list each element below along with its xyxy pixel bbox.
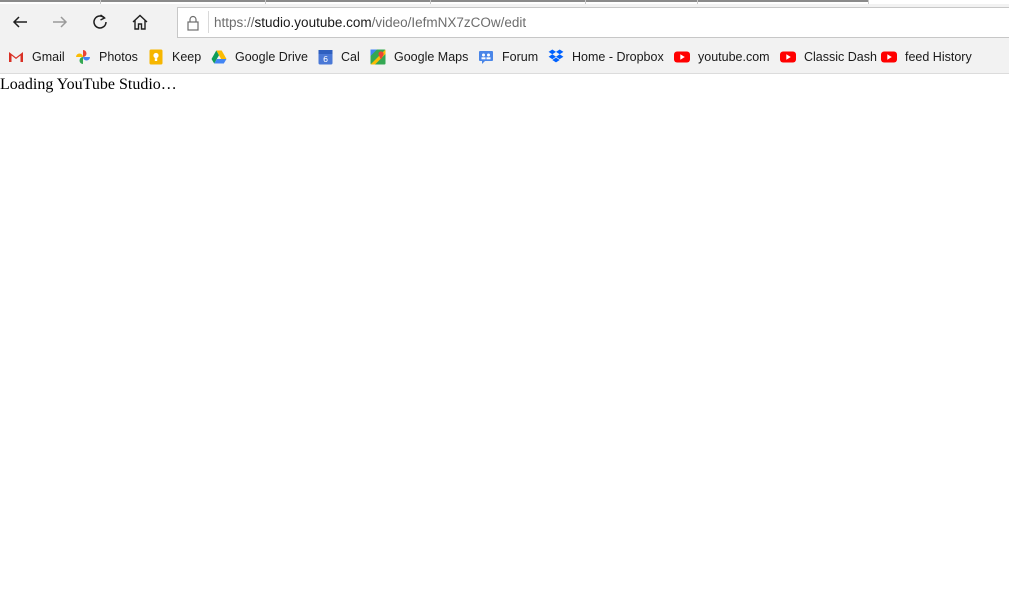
photos-icon <box>75 49 91 65</box>
address-separator <box>208 11 209 33</box>
bookmark-label: feed History <box>905 49 972 64</box>
page-content: Loading YouTube Studio… <box>0 74 1009 611</box>
bookmark-home-dropbox[interactable]: Home - Dropbox <box>548 40 664 73</box>
arrow-left-icon <box>12 16 27 28</box>
calendar-icon: 6 <box>317 49 333 65</box>
bookmark-google-maps[interactable]: Google Maps <box>370 40 468 73</box>
maps-icon <box>370 49 386 65</box>
bookmark-label: Home - Dropbox <box>572 49 664 64</box>
navigation-bar: https://studio.youtube.com/video/IefmNX7… <box>0 4 1009 40</box>
bookmark-label: Google Drive <box>235 49 308 64</box>
bookmark-label: Forum <box>502 49 539 64</box>
bookmark-label: youtube.com <box>698 49 770 64</box>
home-icon <box>132 14 148 30</box>
bookmark-feed-history[interactable]: feed History <box>881 40 972 73</box>
forward-button[interactable] <box>40 4 80 40</box>
bookmark-label: Photos <box>99 49 138 64</box>
loading-message: Loading YouTube Studio… <box>0 76 177 93</box>
bookmark-label: Gmail <box>32 49 65 64</box>
dropbox-icon <box>548 49 564 65</box>
bookmark-google-drive[interactable]: Google Drive <box>211 40 308 73</box>
bookmark-cal[interactable]: 6 Cal <box>317 40 360 73</box>
bookmark-label: Google Maps <box>394 49 469 64</box>
arrow-right-icon <box>53 16 68 28</box>
bookmarks-bar: Gmail Photos Keep Google Drive 6 Cal Goo… <box>0 40 1009 74</box>
youtube-icon <box>674 49 690 65</box>
bookmark-label: Keep <box>172 49 202 64</box>
lock-icon[interactable] <box>178 8 208 37</box>
tab-strip-edge <box>0 0 868 2</box>
bookmark-gmail[interactable]: Gmail <box>8 40 65 73</box>
url-scheme: https:// <box>214 15 255 30</box>
home-button[interactable] <box>120 4 160 40</box>
bookmark-classic-dash[interactable]: Classic Dash <box>780 40 877 73</box>
keep-icon <box>148 49 164 65</box>
bookmark-youtube[interactable]: youtube.com <box>674 40 770 73</box>
bookmark-photos[interactable]: Photos <box>75 40 138 73</box>
url-path: /video/IefmNX7zCOw/edit <box>371 15 527 30</box>
gmail-icon <box>8 49 24 65</box>
bookmark-forum[interactable]: Forum <box>478 40 538 73</box>
back-button[interactable] <box>0 4 40 40</box>
youtube-icon <box>780 49 796 65</box>
bookmark-label: Cal <box>341 49 360 64</box>
drive-icon <box>211 49 227 65</box>
forum-icon <box>478 49 494 65</box>
url-host: studio.youtube.com <box>254 15 372 30</box>
youtube-icon <box>881 49 897 65</box>
url-text[interactable]: https://studio.youtube.com/video/IefmNX7… <box>214 8 526 37</box>
address-bar[interactable]: https://studio.youtube.com/video/IefmNX7… <box>177 7 1009 38</box>
bookmark-label: Classic Dash <box>804 49 877 64</box>
reload-button[interactable] <box>80 4 120 40</box>
reload-icon <box>93 14 107 29</box>
calendar-day: 6 <box>322 55 327 64</box>
bookmark-keep[interactable]: Keep <box>148 40 201 73</box>
